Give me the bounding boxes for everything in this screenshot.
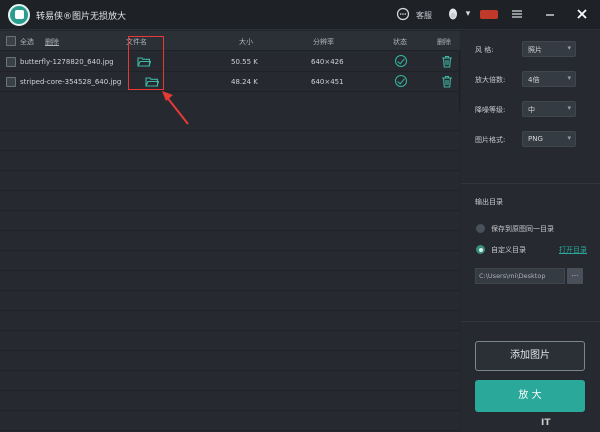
status-done-icon (395, 55, 407, 67)
style-select[interactable]: 照片 ▾ (522, 41, 576, 57)
app-title: 转易侠®图片无损放大 (36, 12, 127, 22)
trash-icon[interactable] (441, 75, 453, 88)
style-value: 照片 (528, 46, 542, 54)
file-list-panel: 全选 删除 文件名 大小 分辨率 状态 删除 butterfly-1278820… (0, 31, 460, 432)
divider (461, 321, 600, 322)
menu-icon[interactable] (510, 7, 524, 21)
header-resolution: 分辨率 (313, 38, 334, 46)
row-checkbox[interactable] (6, 57, 16, 67)
format-select[interactable]: PNG ▾ (522, 131, 576, 147)
settings-panel: 风 格: 照片 ▾ 放大倍数: 4倍 ▾ 降噪等级: 中 ▾ 图片格式: PNG… (461, 31, 600, 432)
support-link[interactable]: 客服 (416, 10, 432, 21)
scale-select[interactable]: 4倍 ▾ (522, 71, 576, 87)
title-bar: 转易侠®图片无损放大 客服 ▾ (0, 0, 600, 30)
add-images-button[interactable]: 添加图片 (475, 341, 585, 371)
empty-list-area (0, 111, 460, 432)
chevron-down-icon: ▾ (567, 104, 571, 112)
trash-icon[interactable] (441, 55, 453, 68)
chevron-down-icon: ▾ (567, 134, 571, 142)
app-logo-icon (8, 4, 30, 26)
header-size: 大小 (239, 38, 253, 46)
row-checkbox[interactable] (6, 77, 16, 87)
chat-icon[interactable] (396, 7, 410, 21)
scale-label: 放大倍数: (475, 76, 506, 84)
denoise-select[interactable]: 中 ▾ (522, 101, 576, 117)
denoise-label: 降噪等级: (475, 106, 506, 114)
browse-button[interactable]: ... (567, 268, 583, 284)
format-label: 图片格式: (475, 136, 506, 144)
file-size: 50.55 K (231, 58, 258, 66)
delete-selected-link[interactable]: 删除 (45, 37, 59, 47)
highlight-box (128, 36, 164, 90)
vip-badge[interactable] (480, 10, 498, 19)
format-value: PNG (528, 135, 543, 143)
status-done-icon (395, 75, 407, 87)
file-resolution: 640×451 (311, 78, 344, 86)
table-row[interactable]: striped-core-354528_640.jpg 48.24 K 640×… (0, 72, 460, 92)
select-all-label[interactable]: 全选 (20, 37, 34, 47)
output-title: 输出目录 (475, 198, 503, 206)
file-resolution: 640×426 (311, 58, 344, 66)
qq-penguin-icon[interactable] (446, 7, 460, 21)
open-directory-link[interactable]: 打开目录 (559, 245, 587, 255)
watermark: IT (541, 418, 551, 428)
select-all-checkbox[interactable] (6, 36, 16, 46)
table-row[interactable]: butterfly-1278820_640.jpg 50.55 K 640×42… (0, 52, 460, 72)
file-name: striped-core-354528_640.jpg (20, 78, 122, 86)
radio-same-dir-label[interactable]: 保存到原图同一目录 (491, 224, 554, 234)
minimize-icon[interactable] (543, 7, 557, 21)
chevron-down-icon: ▾ (567, 74, 571, 82)
radio-custom-dir[interactable] (476, 245, 485, 254)
annotation-arrow-icon (162, 91, 189, 125)
style-label: 风 格: (475, 46, 494, 54)
denoise-value: 中 (528, 106, 535, 114)
divider (461, 183, 600, 184)
output-path-field[interactable]: C:\Users\mi\Desktop (475, 268, 565, 284)
file-name: butterfly-1278820_640.jpg (20, 58, 114, 66)
dropdown-caret-icon[interactable]: ▾ (461, 7, 475, 21)
close-icon[interactable] (575, 7, 589, 21)
chevron-down-icon: ▾ (567, 44, 571, 52)
scale-value: 4倍 (528, 76, 540, 84)
header-delete: 删除 (437, 38, 451, 46)
table-header: 全选 删除 文件名 大小 分辨率 状态 删除 (0, 31, 460, 51)
file-size: 48.24 K (231, 78, 258, 86)
radio-same-dir[interactable] (476, 224, 485, 233)
upscale-button[interactable]: 放 大 (475, 380, 585, 412)
radio-custom-dir-label[interactable]: 自定义目录 (491, 245, 526, 255)
header-status: 状态 (393, 38, 407, 46)
